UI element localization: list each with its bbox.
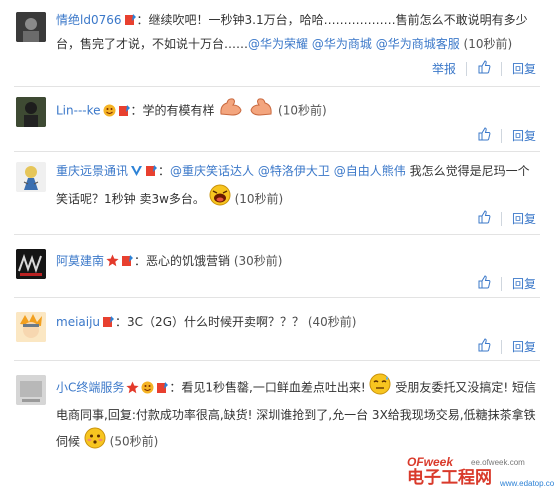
watermark-brand: OFweek xyxy=(407,455,454,469)
timestamp: (10秒前) xyxy=(278,103,327,118)
comment-actions: 回复 xyxy=(477,127,536,144)
face-badge-icon xyxy=(141,378,154,393)
flex-arm-emoji-icon xyxy=(248,97,274,125)
tag-badge-icon xyxy=(156,378,169,393)
avatar[interactable] xyxy=(16,97,46,127)
avatar[interactable] xyxy=(16,162,46,192)
comment-item: 阿莫建南 ：恶心的饥饿营销 (30秒前) 回复 xyxy=(0,235,554,297)
timestamp: (30秒前) xyxy=(233,254,283,268)
comment-actions: 回复 xyxy=(477,210,536,227)
reply-link[interactable]: 回复 xyxy=(512,275,536,292)
comment-item: meiaiju ：3C（2G）什么时候开卖啊？？？ (40秒前) 回复 xyxy=(0,298,554,360)
comment-body: meiaiju ：3C（2G）什么时候开卖啊？？？ (40秒前) xyxy=(56,310,540,334)
comment-text: ： xyxy=(158,164,171,178)
reply-link[interactable]: 回复 xyxy=(512,210,536,227)
comment-item: Lin---ke ：学的有模有样 (10秒前) 回复 xyxy=(0,87,554,151)
comment-actions: 举报 回复 xyxy=(432,60,536,77)
like-thumb-icon[interactable] xyxy=(477,210,491,227)
comment-body: 情绝ld0766 ：继续吹吧！一秒钟3.1万台，哈哈………………售前怎么不敢说明有… xyxy=(56,8,540,56)
tag-badge-icon xyxy=(118,101,131,116)
divider xyxy=(500,339,502,354)
divider xyxy=(500,61,502,76)
timestamp: (40秒前) xyxy=(307,315,357,329)
timestamp: (10秒前) xyxy=(463,37,513,51)
reply-link[interactable]: 回复 xyxy=(512,127,536,144)
avatar[interactable] xyxy=(16,249,46,279)
mention[interactable]: @重庆笑话达人 xyxy=(170,164,254,178)
comment-actions: 回复 xyxy=(477,338,536,355)
divider xyxy=(500,128,502,143)
reply-link[interactable]: 回复 xyxy=(512,60,536,77)
comment-item: 情绝ld0766 ：继续吹吧！一秒钟3.1万台，哈哈………………售前怎么不敢说明有… xyxy=(0,0,554,86)
tag-badge-icon xyxy=(102,312,115,327)
timestamp: (50秒前) xyxy=(109,434,159,449)
divider xyxy=(500,211,502,226)
like-thumb-icon[interactable] xyxy=(477,275,491,292)
username[interactable]: 阿莫建南 xyxy=(56,254,104,268)
comment-body: 阿莫建南 ：恶心的饥饿营销 (30秒前) xyxy=(56,249,540,273)
site-watermark: OFweek ee.ofweek.com 电子工程网 www.edatop.co… xyxy=(405,455,554,488)
mention[interactable]: @华为荣耀 xyxy=(248,37,308,51)
comment-text: ：看见1秒售罄,一口鲜血差点吐出来! xyxy=(169,380,366,395)
comment-actions: 回复 xyxy=(477,275,536,292)
tag-badge-icon xyxy=(121,251,134,266)
star-badge-icon xyxy=(126,378,139,393)
comment-text: ：学的有模有样 xyxy=(130,103,215,118)
divider xyxy=(500,276,502,291)
like-thumb-icon[interactable] xyxy=(477,338,491,355)
comment-text: ：恶心的饥饿营销 xyxy=(134,254,231,268)
username[interactable]: 重庆远景通讯 xyxy=(56,164,128,178)
username[interactable]: 情绝ld0766 xyxy=(56,13,122,27)
reply-link[interactable]: 回复 xyxy=(512,338,536,355)
username[interactable]: 小C终端服务 xyxy=(56,381,124,395)
comment-body: 小C终端服务 ：看见1秒售罄,一口鲜血差点吐出来! 受朋友委托又没搞定! 短信电商… xyxy=(56,373,540,457)
star-badge-icon xyxy=(106,251,119,267)
mention[interactable]: @华为商城客服 xyxy=(376,37,460,51)
comment-item: 重庆远景通讯 ：@重庆笑话达人 @特洛伊大卫 @自由人熊伟 我怎么觉得是尼玛一个笑… xyxy=(0,152,554,234)
sweat-face-emoji-icon xyxy=(369,373,391,403)
blushing-face-emoji-icon xyxy=(84,427,106,457)
avatar[interactable] xyxy=(16,312,46,342)
laughing-face-emoji-icon xyxy=(209,184,231,215)
face-badge-icon xyxy=(103,101,116,116)
report-link[interactable]: 举报 xyxy=(432,60,456,77)
tag-badge-icon xyxy=(145,160,158,176)
watermark-url: www.edatop.com xyxy=(499,479,554,488)
watermark-site: ee.ofweek.com xyxy=(471,458,525,467)
avatar[interactable] xyxy=(16,12,46,42)
like-thumb-icon[interactable] xyxy=(477,127,491,144)
mention[interactable]: @自由人熊伟 xyxy=(334,164,406,178)
comment-body: 重庆远景通讯 ：@重庆笑话达人 @特洛伊大卫 @自由人熊伟 我怎么觉得是尼玛一个笑… xyxy=(56,158,540,215)
mention[interactable]: @华为商城 xyxy=(312,37,372,51)
username[interactable]: Lin---ke xyxy=(56,104,101,118)
comment-body: Lin---ke ：学的有模有样 (10秒前) xyxy=(56,97,540,125)
mention[interactable]: @特洛伊大卫 xyxy=(258,164,330,178)
verified-v-icon xyxy=(130,160,143,176)
timestamp: (10秒前) xyxy=(234,192,284,206)
like-thumb-icon[interactable] xyxy=(477,60,491,77)
comment-text: ：3C（2G）什么时候开卖啊？？？ xyxy=(115,315,304,329)
flex-arm-emoji-icon xyxy=(218,97,244,125)
watermark-cn: 电子工程网 xyxy=(407,467,492,488)
tag-badge-icon xyxy=(124,10,137,25)
avatar[interactable] xyxy=(16,375,46,405)
username[interactable]: meiaiju xyxy=(56,315,100,329)
divider xyxy=(465,61,467,76)
